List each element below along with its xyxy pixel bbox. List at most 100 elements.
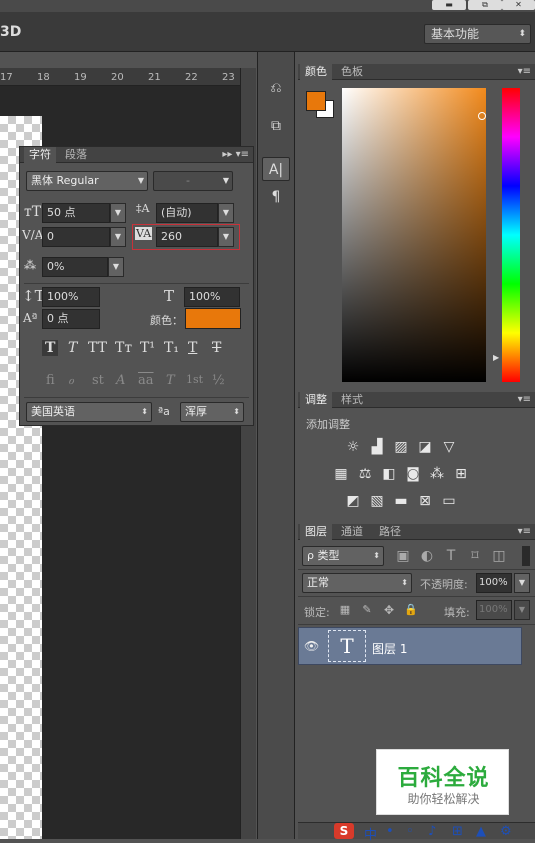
- paragraph-panel-icon[interactable]: ¶: [262, 185, 290, 209]
- discretionary-ligature-button[interactable]: st: [92, 373, 104, 388]
- adjustment-filter-icon[interactable]: ◐: [418, 547, 436, 565]
- color-balance-icon[interactable]: ⚖: [356, 465, 374, 483]
- threshold-icon[interactable]: ▬: [392, 492, 410, 510]
- opacity-input[interactable]: 100%: [476, 573, 512, 593]
- titling-button[interactable]: T: [166, 373, 175, 388]
- text-color-swatch[interactable]: [185, 308, 241, 329]
- mode-3d-label[interactable]: 3D: [0, 24, 21, 40]
- hue-slider-handle[interactable]: ▶: [493, 353, 499, 362]
- layer-name[interactable]: 图层 1: [372, 640, 407, 657]
- text-layer-thumbnail[interactable]: T: [328, 630, 366, 662]
- tsume-input[interactable]: 0%: [42, 257, 108, 277]
- all-caps-button[interactable]: TT: [88, 340, 107, 356]
- panel-menu-icon[interactable]: ▾≡: [518, 392, 531, 408]
- close-button[interactable]: ✕: [502, 0, 535, 10]
- chevron-down-icon[interactable]: ▼: [218, 203, 234, 223]
- faux-italic-button[interactable]: T: [68, 340, 77, 356]
- levels-icon[interactable]: ▟: [368, 438, 386, 456]
- panel-menu-icon[interactable]: ▸▸ ▾≡: [222, 147, 249, 163]
- leading-input[interactable]: (自动): [156, 203, 218, 223]
- smart-object-filter-icon[interactable]: ◫: [490, 547, 508, 565]
- chevron-down-icon[interactable]: ▼: [110, 227, 126, 247]
- vertical-scale-input[interactable]: 100%: [42, 287, 100, 307]
- small-caps-button[interactable]: Tт: [115, 340, 132, 356]
- faux-bold-button[interactable]: T: [42, 340, 59, 356]
- baseline-input[interactable]: 0 点: [42, 309, 100, 329]
- font-style-select[interactable]: - ▼: [153, 171, 233, 191]
- swash-button[interactable]: A: [116, 373, 125, 388]
- tab-character[interactable]: 字符: [24, 147, 56, 163]
- panel-menu-icon[interactable]: ▾≡: [518, 524, 531, 540]
- hue-slider[interactable]: [502, 88, 520, 382]
- pixel-filter-icon[interactable]: ▣: [394, 547, 412, 565]
- vibrance-icon[interactable]: ▽: [440, 438, 458, 456]
- tab-styles[interactable]: 样式: [336, 392, 368, 408]
- ordinals-button[interactable]: 1st: [186, 373, 203, 386]
- channel-mixer-icon[interactable]: ⁂: [428, 465, 446, 483]
- 3d-icon[interactable]: ⧉: [262, 114, 290, 138]
- photo-filter-icon[interactable]: ◙: [404, 465, 422, 483]
- kerning-input[interactable]: 0: [42, 227, 110, 247]
- lock-all-icon[interactable]: 🔒: [402, 601, 420, 619]
- type-filter-icon[interactable]: T: [442, 547, 460, 565]
- layer-filter-select[interactable]: ρ 类型 ⬍: [302, 546, 384, 566]
- skin-icon[interactable]: ▲: [476, 824, 486, 839]
- fractions-button[interactable]: ½: [212, 373, 225, 388]
- tab-paragraph[interactable]: 段落: [60, 147, 92, 163]
- ligature-button[interactable]: fi: [46, 373, 55, 388]
- stylistic-alternates-button[interactable]: aa: [138, 373, 154, 388]
- settings-icon[interactable]: ⚙: [500, 824, 512, 839]
- restore-button[interactable]: ⧉: [468, 0, 502, 10]
- old-style-button[interactable]: ℴ: [68, 373, 74, 388]
- color-field[interactable]: [342, 88, 486, 382]
- lock-transparent-icon[interactable]: ▦: [336, 601, 354, 619]
- input-method-logo-icon[interactable]: S: [334, 823, 354, 839]
- workspace-select[interactable]: 基本功能 ⬍: [424, 24, 531, 44]
- color-lookup-icon[interactable]: ⊞: [452, 465, 470, 483]
- character-panel-icon[interactable]: A|: [262, 157, 290, 181]
- chevron-down-icon[interactable]: ▼: [108, 257, 124, 277]
- punctuation-icon[interactable]: •: [386, 824, 394, 839]
- hue-saturation-icon[interactable]: ▦: [332, 465, 350, 483]
- selective-color-icon[interactable]: ⊠: [416, 492, 434, 510]
- chinese-input-icon[interactable]: 中: [364, 824, 377, 843]
- tracking-input[interactable]: 260: [156, 227, 218, 247]
- history-icon[interactable]: ⎌: [262, 76, 290, 100]
- tab-adjustments[interactable]: 调整: [300, 392, 332, 408]
- panel-menu-icon[interactable]: ▾≡: [518, 64, 531, 80]
- language-select[interactable]: 美国英语 ⬍: [26, 402, 152, 422]
- horizontal-scale-input[interactable]: 100%: [184, 287, 240, 307]
- foreground-color-swatch[interactable]: [306, 91, 326, 111]
- font-size-input[interactable]: 50 点: [42, 203, 110, 223]
- tab-paths[interactable]: 路径: [374, 524, 406, 540]
- strikethrough-button[interactable]: T: [212, 340, 221, 356]
- gradient-map-icon[interactable]: ▭: [440, 492, 458, 510]
- tab-color[interactable]: 颜色: [300, 64, 332, 80]
- font-family-select[interactable]: 黑体 Regular ▼: [26, 171, 148, 191]
- invert-icon[interactable]: ◩: [344, 492, 362, 510]
- black-white-icon[interactable]: ◧: [380, 465, 398, 483]
- tab-swatches[interactable]: 色板: [336, 64, 368, 80]
- lock-position-icon[interactable]: ✥: [380, 601, 398, 619]
- chevron-down-icon[interactable]: ▼: [514, 600, 530, 620]
- antialias-select[interactable]: 浑厚 ⬍: [180, 402, 244, 422]
- chevron-down-icon[interactable]: ▼: [110, 203, 126, 223]
- underline-button[interactable]: T: [188, 340, 197, 356]
- keyboard-icon[interactable]: ⊞: [452, 824, 463, 839]
- chevron-down-icon[interactable]: ▼: [514, 573, 530, 593]
- exposure-icon[interactable]: ◪: [416, 438, 434, 456]
- eye-visibility-icon[interactable]: 👁: [304, 639, 319, 653]
- superscript-button[interactable]: T¹: [140, 340, 155, 356]
- mic-icon[interactable]: ♪: [428, 824, 436, 839]
- tab-channels[interactable]: 通道: [336, 524, 368, 540]
- lock-pixels-icon[interactable]: ✎: [358, 601, 376, 619]
- curves-icon[interactable]: ▨: [392, 438, 410, 456]
- posterize-icon[interactable]: ▧: [368, 492, 386, 510]
- voice-icon[interactable]: ◦: [406, 824, 414, 839]
- brightness-icon[interactable]: ☼: [344, 438, 362, 456]
- filter-toggle[interactable]: [522, 546, 530, 566]
- color-picker-cursor[interactable]: [478, 112, 486, 120]
- minimize-button[interactable]: ▬: [432, 0, 466, 10]
- blend-mode-select[interactable]: 正常 ⬍: [302, 573, 412, 593]
- shape-filter-icon[interactable]: ⌑: [466, 547, 484, 565]
